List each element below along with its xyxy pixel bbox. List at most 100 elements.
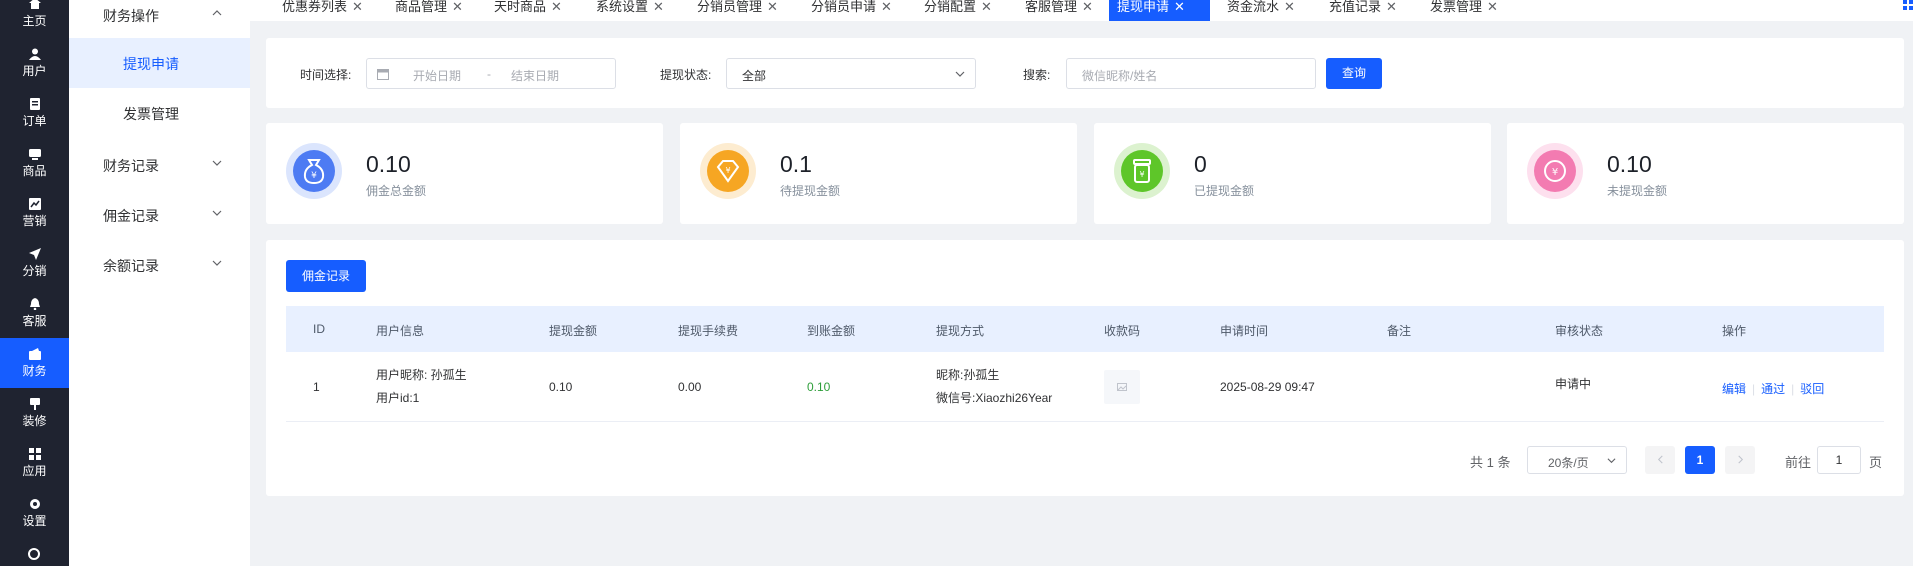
goto-page-input[interactable]: 1 <box>1817 446 1861 474</box>
start-date-placeholder[interactable]: 开始日期 <box>413 67 461 84</box>
sub-menu: 财务操作 提现申请 发票管理 财务记录 佣金记录 余额记录 <box>69 0 250 566</box>
nav-label: 营销 <box>22 214 47 228</box>
calendar-icon <box>377 69 389 80</box>
yen-coin-icon: ¥ <box>1527 143 1583 199</box>
tab-invoice-manage[interactable]: 发票管理 ✕ <box>1422 0 1498 21</box>
query-button[interactable]: 查询 <box>1326 58 1382 89</box>
close-icon[interactable]: ✕ <box>551 0 562 14</box>
date-range-picker[interactable]: 开始日期 - 结束日期 <box>366 58 616 89</box>
tabs-menu-grid-icon[interactable] <box>1903 0 1913 10</box>
search-input[interactable]: 微信昵称/姓名 <box>1066 58 1316 89</box>
bell-icon <box>29 298 40 310</box>
table-header: ID 用户信息 提现金额 提现手续费 到账金额 提现方式 收款码 申请时间 备注… <box>286 306 1884 352</box>
close-icon[interactable]: ✕ <box>981 0 992 14</box>
user-icon <box>28 48 41 60</box>
nav-item-finance[interactable]: 财务 <box>0 338 69 388</box>
tab-recharge-records[interactable]: 充值记录 ✕ <box>1321 0 1397 21</box>
tab-distribution-config[interactable]: 分销配置 ✕ <box>916 0 992 21</box>
chevron-right-icon <box>1737 455 1743 464</box>
close-icon[interactable]: ✕ <box>881 0 892 14</box>
tab-label: 分销配置 <box>924 0 977 14</box>
chevron-down-icon <box>212 210 222 216</box>
stat-card-pending: ¥ 0.1 待提现金额 <box>680 123 1077 224</box>
goods-icon <box>28 149 41 160</box>
tab-label: 提现申请 <box>1117 0 1170 14</box>
column-header: 操作 <box>1722 324 1747 338</box>
more-gear-icon[interactable] <box>28 548 40 560</box>
nav-item-decorate[interactable]: 装修 <box>0 398 69 448</box>
end-date-placeholder[interactable]: 结束日期 <box>511 67 559 84</box>
close-icon[interactable]: ✕ <box>1174 0 1185 14</box>
close-icon[interactable]: ✕ <box>767 0 778 14</box>
column-header: 提现金额 <box>549 324 598 338</box>
page-number-current[interactable]: 1 <box>1685 446 1715 474</box>
nav-label: 装修 <box>22 414 47 428</box>
tab-label: 充值记录 <box>1329 0 1382 14</box>
close-icon[interactable]: ✕ <box>1386 0 1397 14</box>
svg-text:¥: ¥ <box>725 166 730 175</box>
time-filter-label: 时间选择: <box>300 68 352 82</box>
nav-item-settings[interactable]: 设置 <box>0 498 69 548</box>
submenu-group-finance-records[interactable]: 财务记录 <box>69 144 250 184</box>
close-icon[interactable]: ✕ <box>1487 0 1498 14</box>
nav-item-user[interactable]: 用户 <box>0 48 69 98</box>
submenu-group-balance[interactable]: 余额记录 <box>69 244 250 284</box>
stat-label: 已提现金额 <box>1194 184 1255 198</box>
close-icon[interactable]: ✕ <box>1082 0 1093 14</box>
submenu-group-label: 财务记录 <box>103 158 159 174</box>
prev-page-button[interactable] <box>1645 446 1675 474</box>
tab-coupon-list[interactable]: 优惠券列表 ✕ <box>274 0 363 21</box>
tab-label: 发票管理 <box>1430 0 1483 14</box>
submenu-group-label: 佣金记录 <box>103 208 159 224</box>
submenu-group-finance-ops[interactable]: 财务操作 <box>69 0 250 34</box>
nav-label: 设置 <box>22 514 47 528</box>
image-placeholder-icon <box>1117 383 1127 391</box>
gear-icon <box>29 499 40 509</box>
tab-goods-manage[interactable]: 商品管理 ✕ <box>387 0 463 21</box>
tab-system-settings[interactable]: 系统设置 ✕ <box>588 0 664 21</box>
close-icon[interactable]: ✕ <box>653 0 664 14</box>
tab-withdraw-apply[interactable]: 提现申请 ✕ <box>1109 0 1210 21</box>
tab-service-manage[interactable]: 客服管理 ✕ <box>1017 0 1093 21</box>
main-nav: 主页 用户 订单 商品 营销 分销 客服 财务 装修 应用 设置 <box>0 0 69 566</box>
next-page-button[interactable] <box>1725 446 1755 474</box>
finance-icon <box>28 348 41 360</box>
submenu-item-withdraw[interactable]: 提现申请 <box>69 38 250 88</box>
close-icon[interactable]: ✕ <box>352 0 363 14</box>
nav-item-marketing[interactable]: 营销 <box>0 198 69 248</box>
approve-link[interactable]: 通过 <box>1761 382 1785 396</box>
close-icon[interactable]: ✕ <box>452 0 463 14</box>
chevron-down-icon <box>212 160 222 166</box>
cell-method-nick: 昵称:孙孤生 <box>936 368 1000 382</box>
tab-distributor-apply[interactable]: 分销员申请 ✕ <box>803 0 892 21</box>
chevron-down-icon <box>212 260 222 266</box>
nav-item-apps[interactable]: 应用 <box>0 448 69 498</box>
stat-value: 0 <box>1194 151 1207 177</box>
nav-item-goods[interactable]: 商品 <box>0 148 69 198</box>
nav-item-order[interactable]: 订单 <box>0 98 69 148</box>
tab-label: 优惠券列表 <box>282 0 348 14</box>
stat-card-withdrawn: ¥ 0 已提现金额 <box>1094 123 1491 224</box>
commission-record-button[interactable]: 佣金记录 <box>286 260 366 292</box>
submenu-group-commission[interactable]: 佣金记录 <box>69 194 250 234</box>
pagination-total: 共 1 条 <box>1470 455 1511 470</box>
reject-link[interactable]: 驳回 <box>1800 382 1824 396</box>
nav-label: 分销 <box>22 264 47 278</box>
tab-tianshi-goods[interactable]: 天时商品 ✕ <box>486 0 562 21</box>
apps-icon <box>28 448 41 460</box>
close-icon[interactable]: ✕ <box>1284 0 1295 14</box>
column-header: 收款码 <box>1104 324 1141 338</box>
nav-item-home[interactable]: 主页 <box>0 0 69 50</box>
status-select[interactable]: 全部 <box>726 58 976 89</box>
tab-fund-flow[interactable]: 资金流水 ✕ <box>1219 0 1295 21</box>
payment-qr-thumbnail[interactable] <box>1104 370 1140 404</box>
cell-status: 申请中 <box>1555 377 1592 391</box>
tab-label: 天时商品 <box>494 0 547 14</box>
tab-distributor-manage[interactable]: 分销员管理 ✕ <box>689 0 778 21</box>
submenu-item-invoice[interactable]: 发票管理 <box>69 88 250 138</box>
nav-label: 财务 <box>22 364 47 378</box>
nav-item-distribution[interactable]: 分销 <box>0 248 69 298</box>
chevron-left-icon <box>1657 455 1663 464</box>
edit-link[interactable]: 编辑 <box>1722 382 1746 396</box>
page-size-select[interactable]: 20条/页 <box>1527 446 1627 474</box>
